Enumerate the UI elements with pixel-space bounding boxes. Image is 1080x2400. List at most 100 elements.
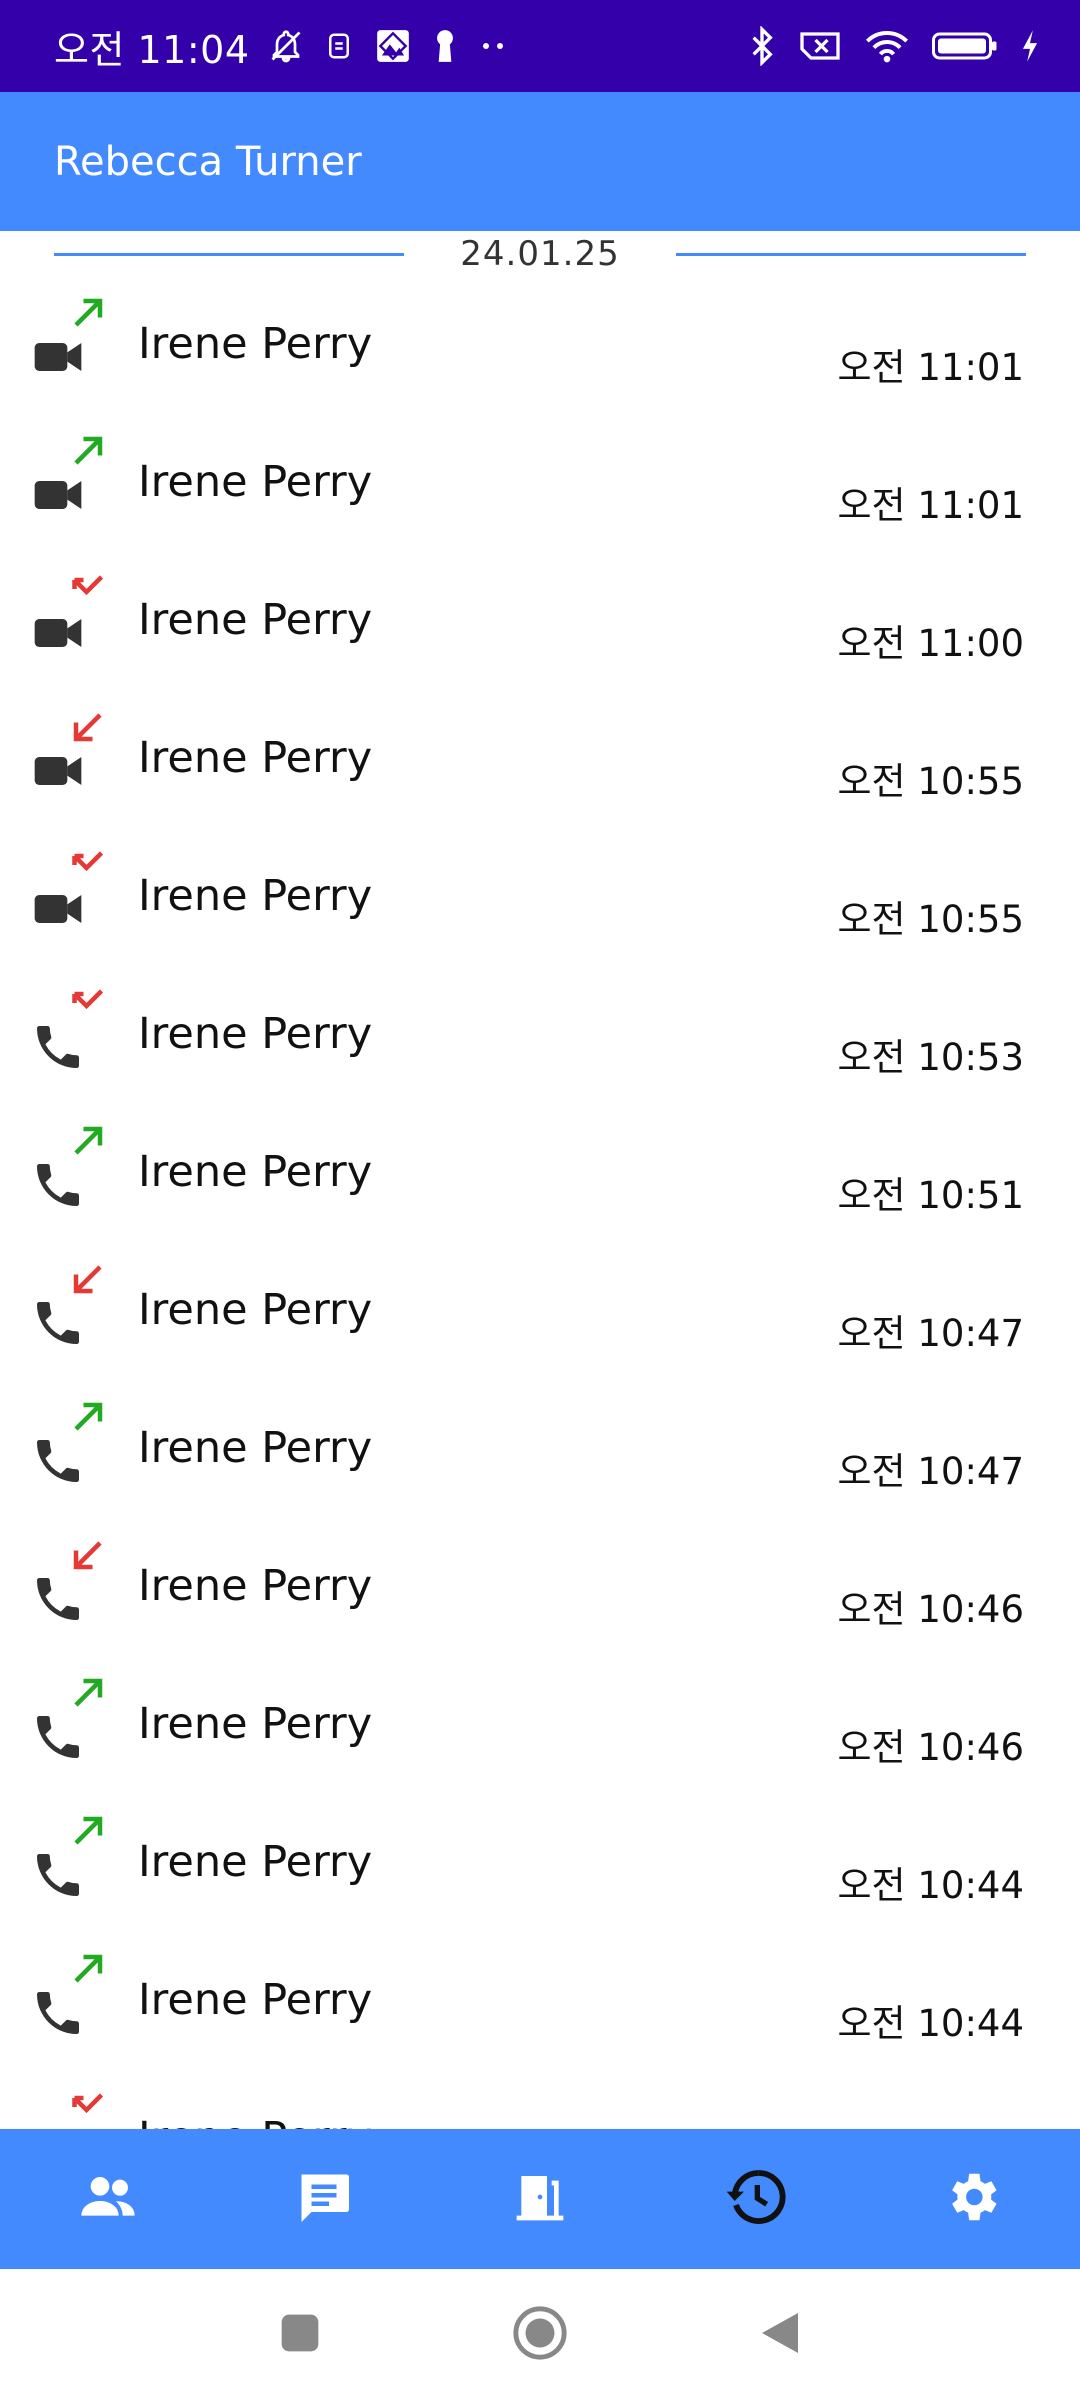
missed-arrow-icon: [70, 847, 106, 883]
outgoing-arrow-icon: [70, 1813, 106, 1849]
phone-call-icon: [30, 1571, 86, 1627]
call-row[interactable]: Irene Perry 오전 10:44: [0, 1937, 1080, 2075]
outgoing-arrow-icon: [70, 433, 106, 469]
caller-name: Irene Perry: [138, 871, 373, 921]
divider-line-left: [54, 252, 405, 256]
caller-name: Irene Perry: [138, 319, 373, 369]
back-button[interactable]: [740, 2295, 820, 2375]
call-row[interactable]: Irene Perry 오전 10:47: [0, 1385, 1080, 1523]
status-icons-left: [268, 26, 508, 66]
door-icon: [512, 2167, 568, 2231]
call-row[interactable]: Irene Perry 오전 10:55: [0, 695, 1080, 833]
caller-name: Irene Perry: [138, 1147, 373, 1197]
call-time: 오전 10:47: [837, 1312, 1024, 1355]
call-row[interactable]: Irene Perry 오전 10:46: [0, 1661, 1080, 1799]
missed-arrow-icon: [70, 2089, 106, 2125]
page-title: Rebecca Turner: [54, 138, 362, 185]
notifications-off-icon: [268, 26, 304, 66]
call-time: 오전 10:46: [837, 1726, 1024, 1769]
call-time: 오전 10:44: [837, 2002, 1024, 2045]
call-time: 오전 10:55: [837, 760, 1024, 803]
call-time: 오전 10:53: [837, 1036, 1024, 1079]
call-time: 오전 10:55: [837, 898, 1024, 941]
call-row[interactable]: Irene Perry 오전 10:46: [0, 1523, 1080, 1661]
call-row[interactable]: Irene Perry 오전 10:55: [0, 833, 1080, 971]
incoming-arrow-icon: [70, 1261, 106, 1297]
call-row[interactable]: Irene Perry 오전 10:53: [0, 971, 1080, 1109]
charging-icon: [1020, 29, 1040, 63]
nav-call-history[interactable]: [696, 2139, 816, 2259]
caller-name: Irene Perry: [138, 1285, 373, 1335]
call-row[interactable]: Irene Perry 오전 10:44: [0, 1799, 1080, 1937]
caller-name: Irene Perry: [138, 457, 373, 507]
phone-call-icon: [30, 1985, 86, 2041]
video-call-icon: [30, 605, 86, 661]
phone-call-icon: [30, 1157, 86, 1213]
nav-door[interactable]: [480, 2139, 600, 2259]
settings-gear-icon: [941, 2166, 1003, 2232]
video-call-icon: [30, 467, 86, 523]
video-call-icon: [30, 329, 86, 385]
call-history-list[interactable]: Irene Perry 오전 11:01 Irene Perry 오전 11:01 Ir…: [0, 281, 1080, 2129]
back-triangle-icon: [758, 2309, 802, 2361]
keyhole-icon: [432, 27, 458, 65]
bottom-navigation: [0, 2129, 1080, 2269]
call-row[interactable]: Irene Perry 오전 11:01: [0, 281, 1080, 419]
outgoing-arrow-icon: [70, 1123, 106, 1159]
contacts-icon: [76, 2165, 140, 2233]
outgoing-arrow-icon: [70, 295, 106, 331]
nav-settings[interactable]: [912, 2139, 1032, 2259]
status-bar: 오전 11:04: [0, 0, 1080, 92]
call-time: 오전 11:00: [837, 622, 1024, 665]
call-row[interactable]: Irene Perry 오전 10:47: [0, 1247, 1080, 1385]
home-circle-icon: [511, 2304, 569, 2366]
divider-line-right: [675, 252, 1026, 256]
missed-arrow-icon: [70, 985, 106, 1021]
home-button[interactable]: [500, 2295, 580, 2375]
outgoing-arrow-icon: [70, 1399, 106, 1435]
sim-icon: [324, 28, 354, 64]
call-row[interactable]: Irene Perry: [0, 2075, 1080, 2129]
phone-call-icon: [30, 1847, 86, 1903]
caller-name: Irene Perry: [138, 1837, 373, 1887]
video-call-icon: [30, 881, 86, 937]
call-time: 오전 10:46: [837, 1588, 1024, 1631]
status-left: 오전 11:04: [54, 19, 508, 74]
call-history-icon: [724, 2165, 788, 2233]
call-time: 오전 10:44: [837, 1864, 1024, 1907]
more-dots-icon: [478, 40, 508, 52]
phone-call-icon: [30, 1019, 86, 1075]
app-bar: Rebecca Turner: [0, 92, 1080, 231]
caller-name: Irene Perry: [138, 733, 373, 783]
call-row[interactable]: Irene Perry 오전 10:51: [0, 1109, 1080, 1247]
caller-name: Irene Perry: [138, 1423, 373, 1473]
system-navigation-bar: [0, 2269, 1080, 2400]
date-label: 24.01.25: [460, 234, 620, 274]
recents-button[interactable]: [260, 2295, 340, 2375]
caller-name: Irene Perry: [138, 1975, 373, 2025]
call-time: 오전 10:47: [837, 1450, 1024, 1493]
video-call-icon: [30, 743, 86, 799]
phone-call-icon: [30, 1433, 86, 1489]
nav-messages[interactable]: [264, 2139, 384, 2259]
call-time: 오전 11:01: [837, 484, 1024, 527]
incoming-arrow-icon: [70, 709, 106, 745]
call-row[interactable]: Irene Perry 오전 11:01: [0, 419, 1080, 557]
no-sim-icon: [798, 28, 842, 64]
messages-icon: [294, 2167, 354, 2231]
incoming-arrow-icon: [70, 1537, 106, 1573]
call-row[interactable]: Irene Perry 오전 11:00: [0, 557, 1080, 695]
phone-call-icon: [30, 1709, 86, 1765]
status-right: [748, 26, 1040, 66]
caller-name: Irene Perry: [138, 1699, 373, 1749]
status-time: 오전 11:04: [54, 27, 250, 72]
caller-name: Irene Perry: [138, 1561, 373, 1611]
phone-call-icon: [30, 1295, 86, 1351]
outgoing-arrow-icon: [70, 1951, 106, 1987]
wifi-icon: [864, 28, 910, 64]
gallery-icon: [374, 27, 412, 65]
nav-contacts[interactable]: [48, 2139, 168, 2259]
caller-name: Irene Perry: [138, 595, 373, 645]
outgoing-arrow-icon: [70, 1675, 106, 1711]
call-time: 오전 11:01: [837, 346, 1024, 389]
